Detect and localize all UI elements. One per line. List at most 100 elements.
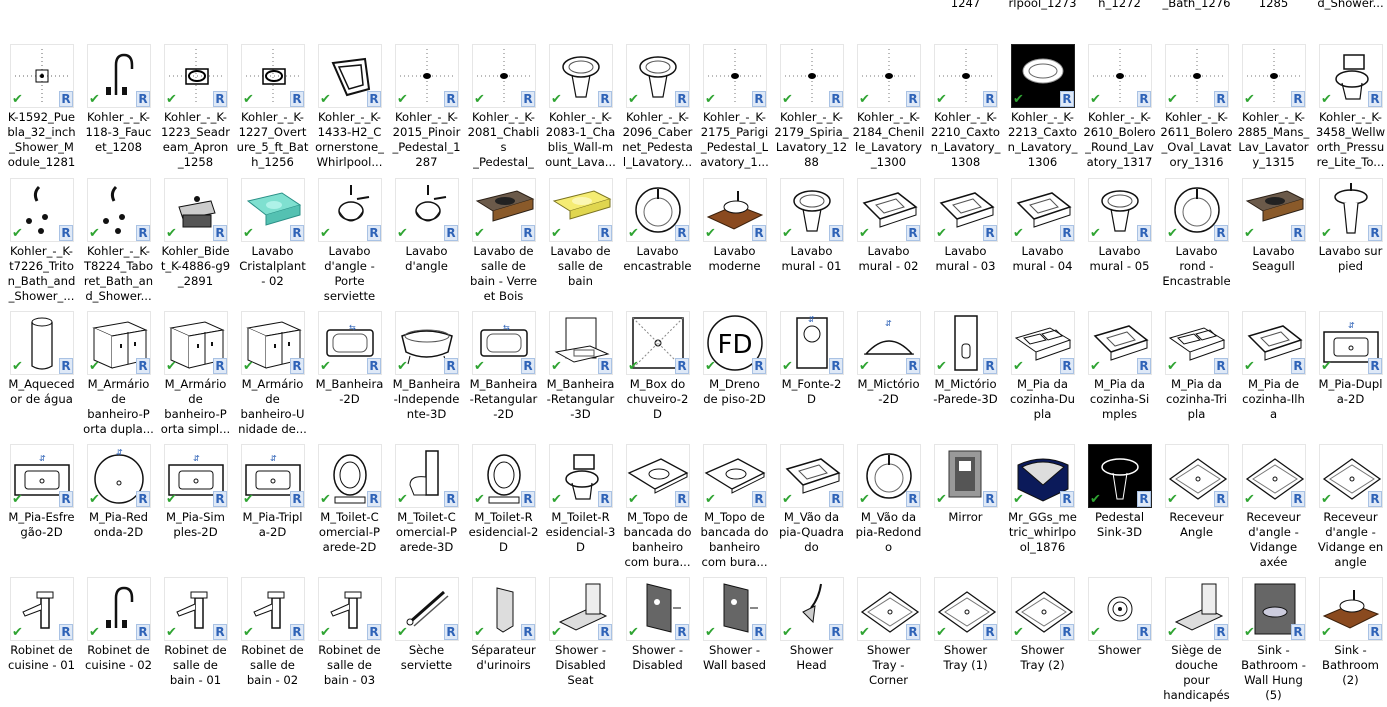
file-item[interactable]: ✔ R Shower Head [773,577,850,707]
file-item[interactable]: ✔ R M_Toilet-R esidencial-3 D [542,444,619,574]
file-item[interactable]: ✔ R Kohler_-_K- 2885_Mans_ Lav_Lavator y_1… [1235,44,1312,174]
file-item[interactable]: ✔RKohler_-_K- 2081_Chablis _Pedestal_ La… [465,44,542,174]
file-item[interactable]: ✔ R Receveur Angle [1158,444,1235,574]
file-item[interactable]: ✔ R Kohler_-_K- 2184_Chenil le_Lavatory _1… [850,44,927,174]
file-item[interactable]: ⇵ ✔ R M_Pia-Esfre gão-2D [3,444,80,574]
sync-check-icon: ✔ [1244,625,1255,640]
file-item[interactable]: ✔ R Lavabo mural - 01 [773,178,850,308]
file-item[interactable]: ✔ R M_Pia da cozinha-Si mples [1081,311,1158,441]
sync-check-icon: ✔ [551,492,562,507]
file-item[interactable]: ⇵ ✔ R M_Pia-Dupl a-2D [1312,311,1387,441]
file-item[interactable]: ✔ R M_Toilet-C omercial-P arede-3D [388,444,465,574]
file-item[interactable]: ✔ R M_Armário de banheiro-P orta dupla... [80,311,157,441]
file-item[interactable]: ✔ R M_Pia da cozinha-Du pla [1004,311,1081,441]
file-item[interactable]: ✔ R Shower Tray (2) [1004,577,1081,707]
file-item[interactable]: ✔ R Shower - Disabled [619,577,696,707]
file-item[interactable]: ✔ R K-1592_Pue bla_32_inch _Shower_M odule… [3,44,80,174]
file-item[interactable]: ✔ R Lavabo d'angle [388,178,465,308]
file-item[interactable]: ✔ R Kohler_-_K- 2213_Caxto n_Lavatory_ 130… [1004,44,1081,174]
file-item[interactable]: ✔ R M_Vão da pia-Redond o [850,444,927,574]
file-item[interactable]: ✔ R Lavabo mural - 02 [850,178,927,308]
file-item[interactable]: ✔ R Siège de douche pour handicapés [1158,577,1235,707]
file-item[interactable]: ✔ R Kohler_-_K- 1433-H2_C ornerstone_ Whir… [311,44,388,174]
file-item[interactable]: ⇵ ✔ R M_Pia-Sim ples-2D [157,444,234,574]
file-item[interactable]: ✔ R Sèche serviette [388,577,465,707]
file-item[interactable]: ✔ R Kohler_-_K- 1223_Seadr eam_Apron _1258 [157,44,234,174]
file-item[interactable]: ✔ R M_Banheira -Retangular -3D [542,311,619,441]
file-item[interactable]: ✔ R Kohler_-_K- 2015_Pinoir _Pedestal_1 28… [388,44,465,174]
sync-check-icon: ✔ [1013,625,1024,640]
file-item[interactable]: ✔ R Lavabo sur pied [1312,178,1387,308]
file-item[interactable]: ✔ R Lavabo mural - 05 [1081,178,1158,308]
file-item[interactable]: ✔ R Lavabo mural - 03 [927,178,1004,308]
file-item[interactable]: ✔ R Kohler_-_K- 2083-1_Cha blis_Wall-m oun… [542,44,619,174]
file-item[interactable]: ✔ R Kohler_-_K- T8224_Tabo ret_Bath_an d_S… [80,178,157,308]
file-item[interactable]: ✔ R M_Box do chuveiro-2 D [619,311,696,441]
file-item[interactable]: ✔ R M_Toilet-R esidencial-2 D [465,444,542,574]
file-item[interactable]: ✔ R Shower [1081,577,1158,707]
file-item[interactable]: ✔ R Robinet de salle de bain - 02 [234,577,311,707]
file-item[interactable]: ✔ R Lavabo d'angle - Porte serviette [311,178,388,308]
file-item[interactable]: ✔ R Mirror [927,444,1004,574]
file-item[interactable]: ⇵ ✔ R M_Pia-Red onda-2D [80,444,157,574]
file-item[interactable]: ✔ R Kohler_-_K- 1227_Overt ure_5_ft_Bat h_… [234,44,311,174]
file-item[interactable]: ✔ R Robinet de cuisine - 01 [3,577,80,707]
file-item[interactable]: ✔ R Lavabo de salle de bain [542,178,619,308]
file-item[interactable]: ✔ R Kohler_-_K- 2175_Parigi _Pedestal_L av… [696,44,773,174]
file-item[interactable]: ✔ R M_Armário de banheiro-U nidade de... [234,311,311,441]
file-item[interactable]: ⇆ ✔ R M_Banheira -Retangular -2D [465,311,542,441]
file-item[interactable]: ✔ R M_Toilet-C omercial-P arede-2D [311,444,388,574]
file-item[interactable]: FD ✔ R M_Dreno de piso-2D [696,311,773,441]
file-item[interactable]: ✔ R Kohler_Bide t_K-4886-g9 _2891 [157,178,234,308]
file-item[interactable]: ⇵ ✔ R M_Pia-Tripl a-2D [234,444,311,574]
file-item[interactable]: ✔ R Kohler_-_K- 2610_Bolero _Round_Lav ato… [1081,44,1158,174]
family-thumbnail-icon: ✔ R [1319,577,1383,641]
file-item[interactable]: ✔ R Robinet de salle de bain - 01 [157,577,234,707]
file-item[interactable]: ✔ R M_Aqueced or de água [3,311,80,441]
file-item[interactable]: ✔ R Lavabo encastrable [619,178,696,308]
file-item[interactable]: ✔ R Robinet de salle de bain - 03 [311,577,388,707]
sync-check-icon: ✔ [89,492,100,507]
svg-text:⇵: ⇵ [193,454,200,463]
sync-check-icon: ✔ [859,226,870,241]
file-item[interactable]: ✔ R Shower - Wall based [696,577,773,707]
file-item[interactable]: ✔ R M_Topo de bancada do banheiro com bura… [619,444,696,574]
file-item[interactable]: ✔ R Mr_GGs_me tric_whirlpo ol_1876 [1004,444,1081,574]
file-item[interactable]: ✔ R Lavabo rond - Encastrable [1158,178,1235,308]
file-item[interactable]: ✔ R Kohler_-_K- 118-3_Fauc et_1208 [80,44,157,174]
file-item[interactable]: ✔ R Shower Tray (1) [927,577,1004,707]
file-item[interactable]: ✔ R Sink - Bathroom - Wall Hung (5) [1235,577,1312,707]
file-item[interactable]: ✔ R Lavabo moderne [696,178,773,308]
file-item[interactable]: ✔ R Receveur d'angle - Vidange en angle [1312,444,1387,574]
file-item[interactable]: ✔ R Receveur d'angle - Vidange axée [1235,444,1312,574]
revit-badge-icon: R [59,491,73,507]
file-item[interactable]: ✔ R Kohler_-_K- 2179_Spiria_ Lavatory_12 8… [773,44,850,174]
file-item[interactable]: ✔ R Kohler_-_K- 3458_Wellw orth_Pressu re_… [1312,44,1387,174]
file-item[interactable]: ✔ R M_Pia de cozinha-Ilh a [1235,311,1312,441]
file-item[interactable]: ✔ R Shower Tray - Corner [850,577,927,707]
file-item[interactable]: ✔ R Lavabo mural - 04 [1004,178,1081,308]
file-item[interactable]: ✔ R Pedestal Sink-3D [1081,444,1158,574]
file-item[interactable]: ⇆ ✔ R M_Banheira -2D [311,311,388,441]
file-item[interactable]: ✔ R Sink - Bathroom (2) [1312,577,1387,707]
file-item[interactable]: ✔ R Séparateur d'urinoirs [465,577,542,707]
file-item[interactable]: ✔ R M_Topo de bancada do banheiro com bura… [696,444,773,574]
file-item[interactable]: ✔ R Lavabo Seagull [1235,178,1312,308]
file-item[interactable]: ✔ R Robinet de cuisine - 02 [80,577,157,707]
family-thumbnail-icon: ✔ R [10,577,74,641]
file-item[interactable]: ✔ R M_Mictório -Parede-3D [927,311,1004,441]
file-item[interactable]: ✔ R M_Armário de banheiro-P orta simpl... [157,311,234,441]
revit-badge-icon: R [1060,225,1074,241]
file-item[interactable]: ✔ R Kohler_-_K- 2210_Caxto n_Lavatory_ 130… [927,44,1004,174]
file-item[interactable]: ⇵ ✔ R M_Fonte-2 D [773,311,850,441]
file-item[interactable]: ✔ R Kohler_-_K- t7226_Trito n_Bath_and _Sh… [3,178,80,308]
file-item[interactable]: ✔ R M_Pia da cozinha-Tri pla [1158,311,1235,441]
file-item[interactable]: ✔ R M_Vão da pia-Quadra do [773,444,850,574]
file-item[interactable]: ✔ R Shower - Disabled Seat [542,577,619,707]
file-item[interactable]: ✔ R Lavabo de salle de bain - Verre et Boi… [465,178,542,308]
file-item[interactable]: ✔ R M_Banheira -Independe nte-3D [388,311,465,441]
file-item[interactable]: ✔ R Kohler_-_K- 2611_Bolero _Oval_Lavat or… [1158,44,1235,174]
file-item[interactable]: ⇵ ✔ R M_Mictório -2D [850,311,927,441]
file-item[interactable]: ✔ R Kohler_-_K- 2096_Caber net_Pedesta l_L… [619,44,696,174]
file-item[interactable]: ✔ R Lavabo Cristalplant - 02 [234,178,311,308]
